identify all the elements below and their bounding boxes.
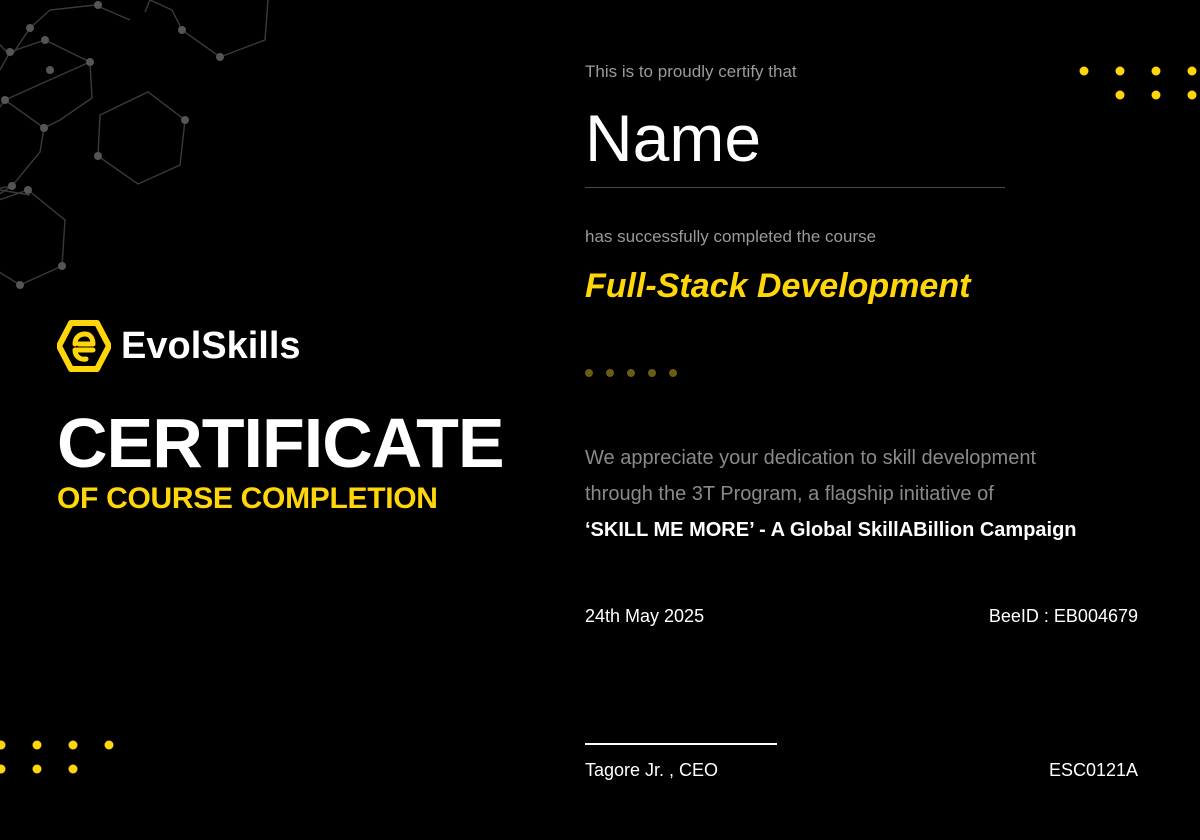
divider-dot xyxy=(606,369,614,377)
appreciation-paragraph: We appreciate your dedication to skill d… xyxy=(585,440,1145,548)
certificate-title: CERTIFICATE xyxy=(57,404,505,482)
dot-grid-decoration-bottom xyxy=(0,740,114,774)
divider-dot xyxy=(669,369,677,377)
signatory-name: Tagore Jr. , CEO xyxy=(585,760,719,780)
certify-text: This is to proudly certify that xyxy=(585,62,797,81)
completed-text: has successfully completed the course xyxy=(585,227,877,246)
signature-line xyxy=(585,743,777,745)
campaign-name: ‘SKILL ME MORE’ - A Global SkillABillion… xyxy=(585,519,1077,541)
divider-dot xyxy=(585,369,593,377)
hexagon-pattern-decoration xyxy=(0,0,269,289)
divider-dot xyxy=(627,369,635,377)
course-name: Full-Stack Development xyxy=(585,267,971,305)
appreciation-line-2: through the 3T Program, a flagship initi… xyxy=(585,483,994,505)
appreciation-line-1: We appreciate your dedication to skill d… xyxy=(585,447,1036,469)
bee-id: BeeID : EB004679 xyxy=(988,606,1138,626)
brand-name: EvolSkills xyxy=(121,325,301,367)
certificate-subtitle: OF COURSE COMPLETION xyxy=(57,482,438,515)
brand-logo: EvolSkills xyxy=(57,320,301,372)
certificate-canvas: EvolSkills CERTIFICATE OF COURSE COMPLET… xyxy=(0,0,1200,840)
name-underline xyxy=(585,187,1005,188)
recipient-name: Name xyxy=(585,101,762,175)
divider-dot xyxy=(648,369,656,377)
issue-date: 24th May 2025 xyxy=(585,606,705,626)
certificate-code: ESC0121A xyxy=(1048,760,1138,780)
dot-grid-decoration-top xyxy=(1079,66,1197,100)
hexagon-e-icon xyxy=(57,320,111,372)
divider-dots xyxy=(585,369,677,377)
